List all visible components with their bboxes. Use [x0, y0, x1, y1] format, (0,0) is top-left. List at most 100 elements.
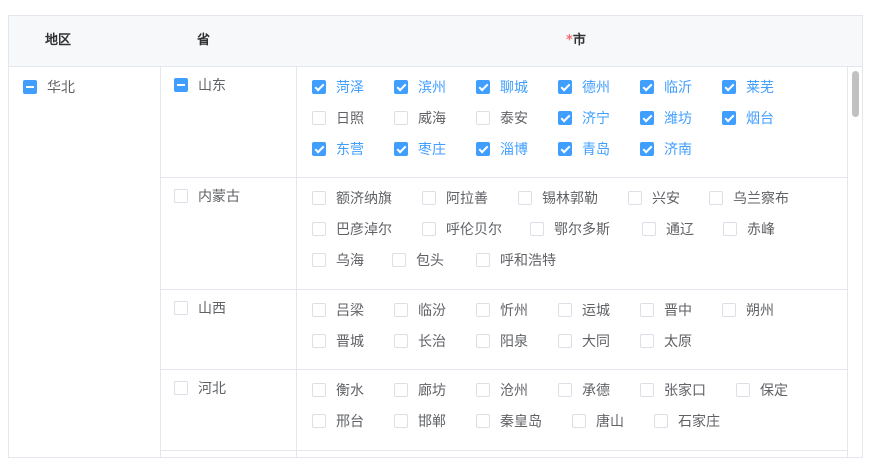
city-checkbox[interactable]: 张家口: [640, 381, 706, 401]
vertical-scrollbar[interactable]: [847, 67, 862, 457]
city-checkbox[interactable]: 兴安: [628, 189, 680, 209]
city-checkbox[interactable]: 临汾: [394, 301, 446, 321]
city-checkbox[interactable]: 忻州: [476, 301, 528, 321]
checkbox-icon: [312, 222, 326, 236]
city-checkbox[interactable]: 运城: [558, 301, 610, 321]
province-checkbox-neimenggu[interactable]: 内蒙古: [174, 187, 240, 207]
city-checkbox[interactable]: 锡林郭勒: [518, 189, 598, 209]
city-checkbox[interactable]: 通辽: [642, 220, 694, 240]
city-checkbox[interactable]: 呼伦贝尔: [422, 220, 502, 240]
checkbox-icon: [628, 191, 642, 205]
city-checkbox[interactable]: 威海: [394, 109, 446, 129]
checkbox-icon: [476, 303, 490, 317]
city-checkbox[interactable]: 济宁: [558, 109, 610, 129]
city-checkbox[interactable]: 秦皇岛: [476, 412, 542, 432]
city-cell-neimenggu: 额济纳旗 阿拉善 锡林郭勒 兴安 乌兰察布巴彦淖尔 呼伦贝尔 鄂尔多斯 通辽 赤峰乌海 包头 呼和浩…: [297, 178, 847, 290]
city-checkbox[interactable]: 朔州: [722, 301, 774, 321]
city-label: 晋城: [336, 334, 364, 350]
required-mark: *: [566, 33, 573, 48]
city-checkbox[interactable]: 泰安: [476, 109, 528, 129]
checkbox-icon: [312, 414, 326, 428]
city-checkbox[interactable]: 太原: [640, 332, 692, 352]
city-checkbox[interactable]: 长治: [394, 332, 446, 352]
checkbox-icon: [312, 191, 326, 205]
checkbox-checked-icon: [312, 80, 326, 94]
city-checkbox[interactable]: 乌海: [312, 251, 364, 271]
city-label: 阳泉: [500, 334, 528, 350]
city-checkbox[interactable]: 吕梁: [312, 301, 364, 321]
city-label: 鄂尔多斯: [554, 222, 610, 238]
checkbox-icon: [640, 383, 654, 397]
city-label: 滨州: [418, 80, 446, 96]
city-checkbox[interactable]: 石家庄: [654, 412, 720, 432]
header-region: 地区: [45, 33, 72, 48]
city-checkbox[interactable]: 鄂尔多斯: [530, 220, 610, 240]
city-checkbox[interactable]: 青岛: [558, 140, 610, 160]
city-label: 忻州: [500, 303, 528, 319]
checkbox-icon: [654, 414, 668, 428]
city-checkbox[interactable]: 菏泽: [312, 78, 364, 98]
region-checkbox-huabei[interactable]: 华北: [23, 78, 75, 98]
city-cell-shanxi: 吕梁 临汾 忻州 运城 晋中 朔州晋城 长治 阳泉 大同 太原: [297, 290, 847, 370]
city-checkbox[interactable]: 大同: [558, 332, 610, 352]
city-checkbox[interactable]: 阳泉: [476, 332, 528, 352]
checkbox-icon: [736, 383, 750, 397]
city-checkbox[interactable]: 赤峰: [723, 220, 775, 240]
checkbox-icon: [422, 222, 436, 236]
city-checkbox[interactable]: 保定: [736, 381, 788, 401]
city-label: 日照: [336, 111, 364, 127]
city-checkbox[interactable]: 济南: [640, 140, 692, 160]
city-checkbox[interactable]: 额济纳旗: [312, 189, 392, 209]
city-checkbox[interactable]: 潍坊: [640, 109, 692, 129]
city-checkbox[interactable]: 晋中: [640, 301, 692, 321]
city-checkbox[interactable]: 邯郸: [394, 412, 446, 432]
city-checkbox[interactable]: 承德: [558, 381, 610, 401]
city-label: 包头: [416, 253, 444, 269]
checkbox-icon: [394, 383, 408, 397]
city-label: 呼伦贝尔: [446, 222, 502, 238]
checkbox-checked-icon: [640, 80, 654, 94]
city-checkbox[interactable]: 乌兰察布: [709, 189, 789, 209]
checkbox-icon: [174, 301, 188, 315]
checkbox-checked-icon: [394, 142, 408, 156]
city-checkbox[interactable]: 呼和浩特: [476, 251, 556, 271]
scrollbar-thumb[interactable]: [852, 71, 859, 117]
city-checkbox[interactable]: 莱芜: [722, 78, 774, 98]
city-label: 潍坊: [664, 111, 692, 127]
city-checkbox[interactable]: 邢台: [312, 412, 364, 432]
city-cell-hebei: 衡水 廊坊 沧州 承德 张家口 保定邢台 邯郸 秦皇岛 唐山 石家庄: [297, 370, 847, 451]
city-checkbox[interactable]: 日照: [312, 109, 364, 129]
city-checkbox[interactable]: 德州: [558, 78, 610, 98]
city-checkbox[interactable]: 聊城: [476, 78, 528, 98]
city-checkbox[interactable]: 东营: [312, 140, 364, 160]
city-checkbox[interactable]: 烟台: [722, 109, 774, 129]
province-checkbox-hebei[interactable]: 河北: [174, 379, 226, 399]
city-checkbox[interactable]: 阿拉善: [422, 189, 488, 209]
city-label: 泰安: [500, 111, 528, 127]
province-checkbox-shanxi[interactable]: 山西: [174, 299, 226, 319]
checkbox-checked-icon: [476, 80, 490, 94]
checkbox-icon: [572, 414, 586, 428]
city-checkbox[interactable]: 衡水: [312, 381, 364, 401]
city-checkbox[interactable]: 枣庄: [394, 140, 446, 160]
city-checkbox[interactable]: 滨州: [394, 78, 446, 98]
city-checkbox[interactable]: 廊坊: [394, 381, 446, 401]
checkbox-icon: [709, 191, 723, 205]
checkbox-checked-icon: [558, 111, 572, 125]
city-label: 额济纳旗: [336, 191, 392, 207]
province-checkbox-shandong[interactable]: 山东: [174, 76, 226, 96]
city-checkbox[interactable]: 晋城: [312, 332, 364, 352]
header-city-label: 市: [572, 33, 586, 48]
checkbox-icon: [558, 383, 572, 397]
city-checkbox[interactable]: 唐山: [572, 412, 624, 432]
city-label: 保定: [760, 383, 788, 399]
city-label: 朔州: [746, 303, 774, 319]
city-checkbox[interactable]: 巴彦淖尔: [312, 220, 392, 240]
city-checkbox[interactable]: 包头: [392, 251, 444, 271]
checkbox-icon: [174, 189, 188, 203]
city-checkbox[interactable]: 沧州: [476, 381, 528, 401]
city-label: 锡林郭勒: [542, 191, 598, 207]
city-checkbox[interactable]: 淄博: [476, 140, 528, 160]
city-label: 乌海: [336, 253, 364, 269]
city-checkbox[interactable]: 临沂: [640, 78, 692, 98]
